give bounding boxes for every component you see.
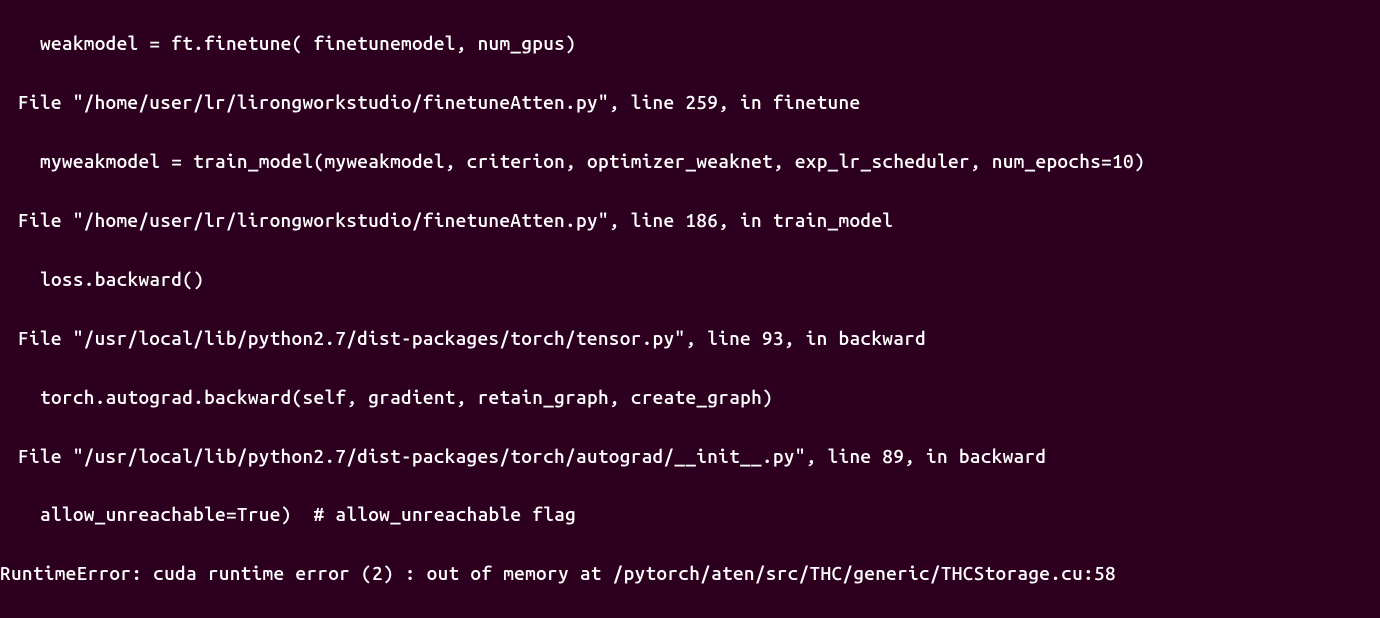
- traceback-code-line: torch.autograd.backward(self, gradient, …: [0, 383, 1377, 412]
- traceback-code-line: loss.backward(): [0, 265, 1377, 294]
- traceback-file-line: File "/home/user/lr/lirongworkstudio/fin…: [0, 206, 1377, 235]
- traceback-file-line: File "/home/user/lr/lirongworkstudio/fin…: [0, 88, 1377, 117]
- traceback-file-line: File "/usr/local/lib/python2.7/dist-pack…: [0, 324, 1377, 353]
- traceback-file-line: File "/usr/local/lib/python2.7/dist-pack…: [0, 442, 1377, 471]
- terminal-output: weakmodel = ft.finetune( finetunemodel, …: [0, 0, 1380, 618]
- traceback-code-line: myweakmodel = train_model(myweakmodel, c…: [0, 147, 1377, 176]
- traceback-code-line: allow_unreachable=True) # allow_unreacha…: [0, 500, 1377, 529]
- traceback-code-line: weakmodel = ft.finetune( finetunemodel, …: [0, 29, 1377, 58]
- runtime-error-line: RuntimeError: cuda runtime error (2) : o…: [0, 559, 1377, 588]
